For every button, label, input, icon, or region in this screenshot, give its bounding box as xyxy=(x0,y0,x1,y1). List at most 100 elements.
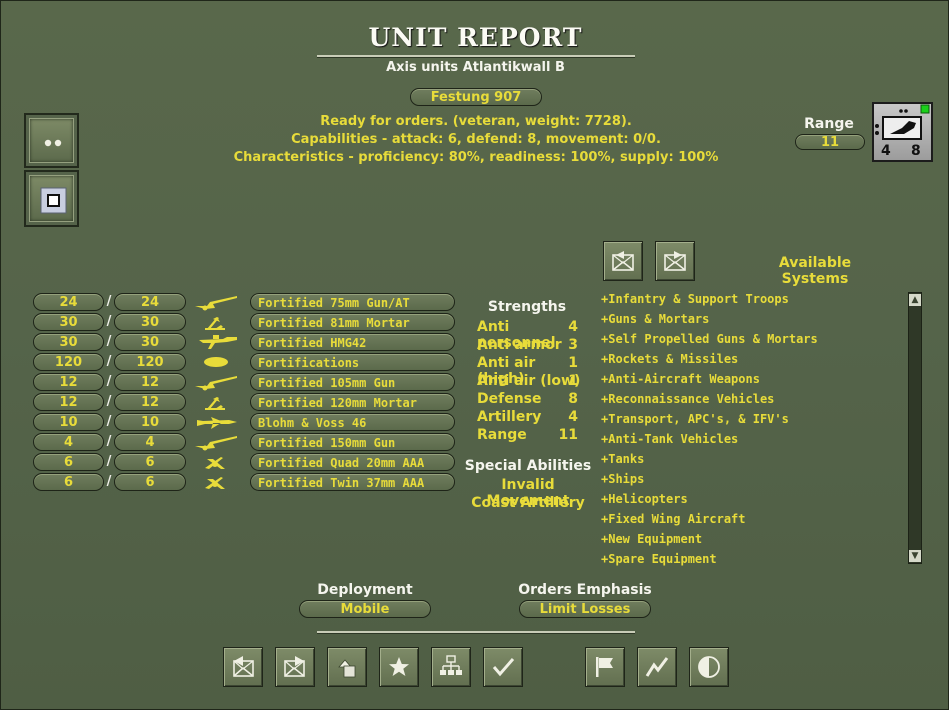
page-title: UNIT REPORT xyxy=(368,23,583,52)
system-category-item[interactable]: +Anti-Tank Vehicles xyxy=(601,432,738,446)
system-category-item[interactable]: +Self Propelled Guns & Mortars xyxy=(601,332,818,346)
system-category-item[interactable]: +Helicopters xyxy=(601,492,688,506)
star-icon xyxy=(389,657,409,676)
system-category-item[interactable]: +Spare Equipment xyxy=(601,552,717,566)
equipment-name-button[interactable]: Fortifications xyxy=(250,353,455,371)
systems-scrollbar[interactable]: ▲ ▼ xyxy=(908,292,922,564)
unit-type-button[interactable] xyxy=(24,170,79,227)
strength-value: 11 xyxy=(558,427,578,443)
mortar-icon xyxy=(193,393,239,411)
bottom-divider xyxy=(317,631,635,633)
equipment-name-button[interactable]: Fortified HMG42 xyxy=(250,333,455,351)
equipment-current-count: 120 xyxy=(33,353,104,371)
count-separator: / xyxy=(106,454,112,469)
next-report-button[interactable] xyxy=(275,647,315,687)
unit-group-subtitle: Axis units Atlantikwall B xyxy=(386,60,565,75)
equipment-name-button[interactable]: Fortified 75mm Gun/AT xyxy=(250,293,455,311)
count-separator: / xyxy=(106,394,112,409)
mail-out-icon xyxy=(284,656,305,677)
equipment-name-button[interactable]: Fortified Twin 37mm AAA xyxy=(250,473,455,491)
count-separator: / xyxy=(106,414,112,429)
equipment-max-count: 4 xyxy=(114,433,186,451)
scroll-up-icon[interactable]: ▲ xyxy=(909,294,921,306)
flag-button[interactable] xyxy=(585,647,625,687)
aa-gun-icon xyxy=(193,473,239,491)
system-category-item[interactable]: +Reconnaissance Vehicles xyxy=(601,392,774,406)
favorite-button[interactable] xyxy=(379,647,419,687)
system-category-item[interactable]: +Infantry & Support Troops xyxy=(601,292,789,306)
orders-emphasis-selector[interactable]: Limit Losses xyxy=(519,600,651,618)
strength-label: Defense xyxy=(477,391,542,407)
gun-icon xyxy=(193,433,239,451)
equipment-name-button[interactable]: Blohm & Voss 46 xyxy=(250,413,455,431)
strength-row: Artillery 4 xyxy=(477,409,581,427)
system-category-item[interactable]: +New Equipment xyxy=(601,532,702,546)
hierarchy-button[interactable] xyxy=(431,647,471,687)
count-separator: / xyxy=(106,314,112,329)
strengths-heading: Strengths xyxy=(487,299,567,315)
system-category-item[interactable]: +Fixed Wing Aircraft xyxy=(601,512,746,526)
equipment-max-count: 10 xyxy=(114,413,186,431)
equipment-current-count: 24 xyxy=(33,293,104,311)
mail-in-icon xyxy=(612,251,634,271)
equipment-current-count: 6 xyxy=(33,453,104,471)
strength-value: 1 xyxy=(568,355,578,371)
unit-report-panel: UNIT REPORT Axis units Atlantikwall B Fe… xyxy=(0,0,949,710)
status-line: Ready for orders. (veteran, weight: 7728… xyxy=(320,114,632,129)
count-separator: / xyxy=(106,334,112,349)
strength-row: Defense 8 xyxy=(477,391,581,409)
equipment-max-count: 30 xyxy=(114,333,186,351)
next-unit-button[interactable] xyxy=(655,241,695,281)
equipment-current-count: 30 xyxy=(33,313,104,331)
system-category-item[interactable]: +Rockets & Missiles xyxy=(601,352,738,366)
unit-name-button[interactable]: Festung 907 xyxy=(410,88,542,106)
deployment-selector[interactable]: Mobile xyxy=(299,600,431,618)
strength-label: Range xyxy=(477,427,527,443)
equipment-max-count: 6 xyxy=(114,453,186,471)
system-category-item[interactable]: +Transport, APC's, & IFV's xyxy=(601,412,789,426)
contrast-button[interactable] xyxy=(689,647,729,687)
equipment-current-count: 12 xyxy=(33,373,104,391)
equipment-max-count: 120 xyxy=(114,353,186,371)
equipment-max-count: 12 xyxy=(114,373,186,391)
fortification-icon xyxy=(193,353,239,371)
strength-row: Range 11 xyxy=(477,427,581,445)
checkmark-icon xyxy=(492,658,515,677)
count-separator: / xyxy=(106,474,112,489)
strength-row: Anti armor 3 xyxy=(477,337,581,355)
system-category-item[interactable]: +Anti-Aircraft Weapons xyxy=(601,372,760,386)
equipment-name-button[interactable]: Fortified 105mm Gun xyxy=(250,373,455,391)
strength-value: 4 xyxy=(568,319,578,335)
aircraft-icon xyxy=(193,413,239,431)
confirm-button[interactable] xyxy=(483,647,523,687)
equipment-max-count: 24 xyxy=(114,293,186,311)
strength-value: 4 xyxy=(568,409,578,425)
shapes-icon xyxy=(338,659,356,678)
unit-size-button[interactable] xyxy=(24,113,79,168)
gun-icon xyxy=(193,373,239,391)
gun-icon xyxy=(193,293,239,311)
square-symbol-icon xyxy=(40,187,67,214)
system-category-item[interactable]: +Tanks xyxy=(601,452,644,466)
flag-icon xyxy=(596,657,613,677)
equipment-name-button[interactable]: Fortified 150mm Gun xyxy=(250,433,455,451)
special-abilities-heading: Special Abilities xyxy=(464,458,592,474)
statistics-button[interactable] xyxy=(637,647,677,687)
previous-report-button[interactable] xyxy=(223,647,263,687)
system-category-item[interactable]: +Guns & Mortars xyxy=(601,312,709,326)
equipment-name-button[interactable]: Fortified 120mm Mortar xyxy=(250,393,455,411)
equipment-name-button[interactable]: Fortified 81mm Mortar xyxy=(250,313,455,331)
count-separator: / xyxy=(106,374,112,389)
count-separator: / xyxy=(106,354,112,369)
equipment-max-count: 6 xyxy=(114,473,186,491)
mail-in-icon xyxy=(233,656,254,677)
count-separator: / xyxy=(106,294,112,309)
scroll-down-icon[interactable]: ▼ xyxy=(909,550,921,562)
strength-row: Anti personnel 4 xyxy=(477,319,581,351)
capabilities-line: Capabilities - attack: 6, defend: 8, mov… xyxy=(291,132,661,147)
shapes-button[interactable] xyxy=(327,647,367,687)
previous-unit-button[interactable] xyxy=(603,241,643,281)
equipment-name-button[interactable]: Fortified Quad 20mm AAA xyxy=(250,453,455,471)
system-category-item[interactable]: +Ships xyxy=(601,472,644,486)
strength-label: Anti armor xyxy=(477,337,562,353)
